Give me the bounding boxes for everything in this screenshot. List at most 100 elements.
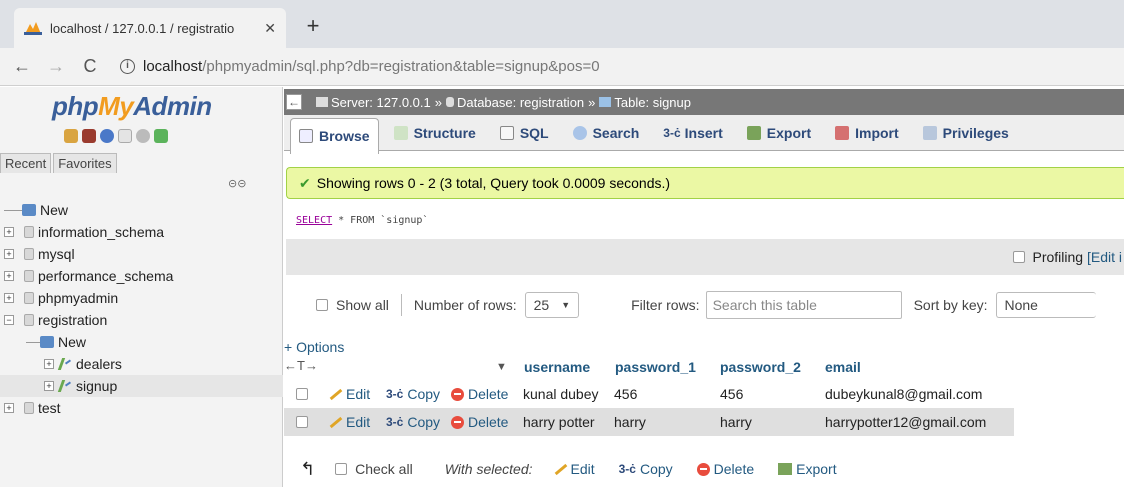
tab-browse[interactable]: Browse	[290, 117, 379, 154]
info-icon[interactable]: i	[120, 59, 135, 74]
forward-arrow-icon[interactable]: →	[44, 56, 68, 77]
expand-icon[interactable]: +	[4, 403, 14, 413]
recent-tab[interactable]: Recent	[0, 153, 52, 173]
tree-item-new-table[interactable]: New	[0, 331, 283, 353]
tree-item-performance-schema[interactable]: + performance_schema	[0, 265, 283, 287]
reload-icon[interactable]: C	[78, 56, 102, 77]
edit-label: Edit	[346, 386, 371, 402]
profiling-checkbox[interactable]	[1012, 251, 1025, 263]
row-checkbox[interactable]	[296, 388, 308, 400]
breadcrumb-server[interactable]: Server: 127.0.0.1	[331, 95, 431, 110]
bulk-edit-button[interactable]: Edit	[553, 461, 595, 477]
delete-button[interactable]: Delete	[451, 386, 508, 402]
col-email[interactable]: email	[825, 359, 861, 375]
recent-favorites-tabs: Recent Favorites	[0, 153, 119, 173]
home-icon[interactable]	[64, 129, 78, 143]
row-checkbox[interactable]	[296, 416, 308, 428]
tree-item-phpmyadmin[interactable]: + phpmyadmin	[0, 287, 283, 309]
close-tab-icon[interactable]: ✕	[264, 20, 276, 37]
back-arrow-icon[interactable]: ←	[10, 56, 34, 77]
expand-icon[interactable]: +	[4, 249, 14, 259]
edit-inline-link[interactable]: [Edit i	[1087, 249, 1122, 265]
expand-icon[interactable]: +	[44, 359, 54, 369]
bulk-export-button[interactable]: Export	[778, 461, 837, 477]
cell-username[interactable]: harry potter	[523, 414, 595, 430]
expand-icon[interactable]: +	[4, 227, 14, 237]
check-all-checkbox[interactable]	[335, 463, 348, 475]
edit-button[interactable]: Edit	[328, 386, 370, 402]
cell-password-2[interactable]: harry	[720, 414, 752, 430]
show-all-checkbox[interactable]	[316, 299, 328, 311]
sql-keyword-link[interactable]: SELECT	[296, 215, 332, 226]
bulk-copy-label: Copy	[639, 461, 673, 477]
tree-label: phpmyadmin	[38, 290, 119, 306]
browser-tab[interactable]: localhost / 127.0.0.1 / registratio ✕	[14, 8, 286, 48]
breadcrumb-database[interactable]: Database: registration	[457, 95, 584, 110]
filter-rows-input[interactable]: Search this table	[705, 291, 902, 319]
options-link[interactable]: + Options	[284, 339, 344, 355]
success-text: Showing rows 0 - 2 (3 total, Query took …	[316, 175, 671, 191]
up-arrow-icon: ↰	[300, 458, 316, 479]
phpmyadmin-logo[interactable]: phpMyAdmin	[52, 91, 212, 122]
help-icon[interactable]	[100, 129, 114, 143]
cell-username[interactable]: kunal dubey	[523, 386, 599, 402]
col-username[interactable]: username	[496, 359, 590, 375]
cell-password-1[interactable]: 456	[614, 386, 637, 402]
tab-insert[interactable]: 3-ċ Insert	[654, 118, 731, 148]
tree-item-signup[interactable]: + signup	[0, 375, 283, 397]
collapse-icon[interactable]: −	[4, 315, 14, 325]
tab-sql[interactable]: SQL	[491, 118, 558, 148]
cell-password-1[interactable]: harry	[614, 414, 646, 430]
check-all-label[interactable]: Check all	[355, 461, 413, 477]
expand-icon[interactable]: +	[4, 293, 14, 303]
tab-import[interactable]: Import	[826, 118, 908, 148]
collapse-nav-icon[interactable]: ←	[286, 94, 302, 110]
cell-email[interactable]: dubeykunal8@gmail.com	[825, 386, 982, 402]
bulk-copy-button[interactable]: 3-ċ Copy	[619, 461, 673, 477]
tab-structure[interactable]: Structure	[385, 118, 485, 148]
cell-email[interactable]: harrypotter12@gmail.com	[825, 414, 986, 430]
tree-item-registration[interactable]: − registration	[0, 309, 283, 331]
tree-item-information-schema[interactable]: + information_schema	[0, 221, 283, 243]
breadcrumb-separator: »	[588, 94, 596, 110]
sort-select[interactable]: None	[995, 292, 1096, 318]
edit-button[interactable]: Edit	[328, 414, 370, 430]
num-rows-label: Number of rows:	[413, 297, 517, 313]
copy-button[interactable]: 3-ċ Copy	[386, 414, 440, 430]
reload-nav-icon[interactable]	[154, 129, 168, 143]
table-row: Edit 3-ċ Copy Delete harry potter harry h…	[284, 408, 1014, 436]
tab-privileges[interactable]: Privileges	[914, 118, 1018, 148]
tab-search[interactable]: Search	[564, 118, 649, 148]
expand-icon[interactable]: +	[4, 271, 14, 281]
num-rows-select[interactable]: 25 ▼	[524, 292, 580, 318]
expand-icon[interactable]: +	[44, 381, 54, 391]
tab-export[interactable]: Export	[738, 118, 820, 148]
favorites-tab[interactable]: Favorites	[53, 153, 117, 173]
insert-icon: 3-ċ	[663, 126, 681, 140]
delete-button[interactable]: Delete	[451, 414, 508, 430]
tab-label: SQL	[519, 125, 549, 141]
col-password-2[interactable]: password_2	[720, 359, 801, 375]
bulk-delete-button[interactable]: Delete	[696, 461, 754, 477]
breadcrumb-table[interactable]: Table: signup	[614, 95, 691, 110]
link-with-main-icon[interactable]: ⊝⊝	[228, 177, 246, 190]
col-password-1[interactable]: password_1	[615, 359, 696, 375]
cell-password-2[interactable]: 456	[720, 386, 743, 402]
profiling-label: Profiling	[1032, 249, 1084, 265]
copy-button[interactable]: 3-ċ Copy	[386, 386, 440, 402]
settings-gear-icon[interactable]	[136, 129, 150, 143]
sql-icon	[499, 126, 514, 140]
tree-item-dealers[interactable]: + dealers	[0, 353, 283, 375]
logo-admin: Admin	[133, 91, 212, 121]
logout-icon[interactable]	[82, 129, 96, 143]
logo-my: My	[98, 91, 134, 121]
checkmark-icon: ✔	[299, 174, 311, 191]
column-arrows[interactable]: ←T→	[284, 358, 318, 373]
tree-item-new[interactable]: New	[0, 199, 283, 221]
delete-icon	[451, 415, 464, 429]
tree-item-test[interactable]: + test	[0, 397, 283, 419]
new-tab-button[interactable]: +	[300, 14, 326, 40]
tree-item-mysql[interactable]: + mysql	[0, 243, 283, 265]
url-field[interactable]: i localhost/phpmyadmin/sql.php?db=regist…	[120, 58, 600, 75]
docs-icon[interactable]	[118, 129, 132, 143]
